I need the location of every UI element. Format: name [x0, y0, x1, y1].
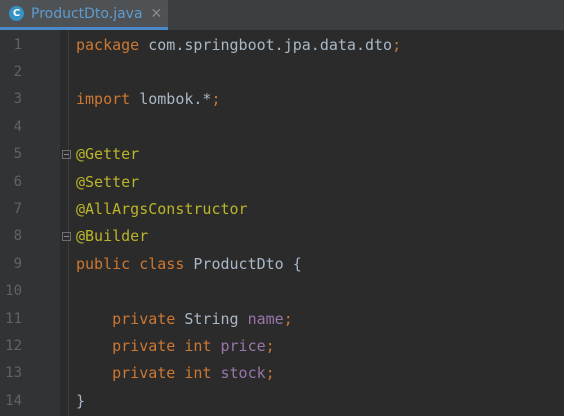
- code-line[interactable]: 4: [0, 113, 564, 140]
- line-number: 14: [5, 392, 22, 409]
- code-line[interactable]: 3 import lombok.*;: [0, 86, 564, 113]
- code-token: private: [112, 337, 176, 356]
- line-number: 11: [5, 310, 22, 327]
- line-number: 10: [5, 283, 22, 300]
- code-text: import lombok.*;: [76, 90, 221, 108]
- code-token: class: [139, 254, 185, 273]
- code-text: @Builder: [76, 227, 148, 245]
- code-token: lombok.*: [130, 90, 212, 109]
- code-text: private int stock;: [76, 364, 275, 382]
- line-number: 9: [13, 255, 22, 272]
- code-text: }: [76, 392, 85, 410]
- code-token: @Setter: [76, 172, 140, 191]
- line-number: 6: [13, 173, 22, 190]
- code-token: ;: [283, 309, 293, 328]
- code-line[interactable]: 8 @Builder: [0, 223, 564, 250]
- code-token: private: [112, 364, 176, 383]
- line-number: 4: [13, 118, 22, 135]
- fold-marker-icon[interactable]: [62, 231, 71, 241]
- line-number: 5: [13, 146, 22, 163]
- line-number: 7: [13, 201, 22, 218]
- code-editor[interactable]: 1 package com.springboot.jpa.data.dto; 2 3 i…: [0, 30, 564, 416]
- code-token: public: [76, 254, 131, 273]
- tab-label: ProductDto.java: [31, 5, 143, 22]
- editor-tab-bar: C ProductDto.java ✕: [0, 0, 564, 31]
- code-text: public class ProductDto {: [76, 255, 302, 273]
- code-text: private String name;: [76, 310, 293, 328]
- code-token: com.springboot.jpa.data.dto: [139, 35, 393, 54]
- code-text: @AllArgsConstructor: [76, 200, 248, 218]
- code-text: private int price;: [76, 337, 275, 355]
- code-token: ProductDto {: [184, 254, 302, 273]
- code-token: int: [184, 337, 212, 356]
- code-token: @Getter: [76, 145, 140, 164]
- code-token: price: [220, 337, 266, 356]
- code-line[interactable]: 12 private int price;: [0, 332, 564, 359]
- code-text: package com.springboot.jpa.data.dto;: [76, 36, 401, 54]
- code-token: int: [184, 364, 212, 383]
- code-line[interactable]: 10: [0, 278, 564, 305]
- code-line[interactable]: 5 @Getter: [0, 141, 564, 168]
- code-token: @AllArgsConstructor: [76, 200, 248, 219]
- code-token: name: [247, 309, 284, 328]
- fold-marker-icon[interactable]: [62, 149, 71, 159]
- code-token: import: [76, 90, 131, 109]
- code-line[interactable]: 11 private String name;: [0, 305, 564, 332]
- code-token: ;: [265, 364, 275, 383]
- code-token: ;: [392, 35, 402, 54]
- code-token: String: [175, 309, 248, 328]
- line-number: 13: [5, 365, 22, 382]
- code-token: }: [76, 391, 86, 410]
- line-number: 1: [13, 36, 22, 53]
- line-number: 12: [5, 338, 22, 355]
- code-token: stock: [220, 364, 266, 383]
- java-class-icon: C: [9, 6, 24, 21]
- code-line[interactable]: 9 public class ProductDto {: [0, 250, 564, 277]
- code-token: @Builder: [76, 227, 149, 246]
- code-text: @Getter: [76, 145, 139, 163]
- line-number: 2: [13, 64, 22, 81]
- code-line[interactable]: 7 @AllArgsConstructor: [0, 195, 564, 222]
- line-number: 3: [13, 91, 22, 108]
- code-line[interactable]: 6 @Setter: [0, 168, 564, 195]
- code-token: private: [112, 309, 176, 328]
- code-token: ;: [211, 90, 221, 109]
- code-line[interactable]: 1 package com.springboot.jpa.data.dto;: [0, 31, 564, 58]
- line-number: 8: [13, 228, 22, 245]
- close-icon[interactable]: ✕: [151, 6, 163, 22]
- code-line[interactable]: 2: [0, 58, 564, 85]
- code-token: ;: [265, 337, 275, 356]
- code-text: @Setter: [76, 173, 139, 191]
- code-line[interactable]: 13 private int stock;: [0, 360, 564, 387]
- file-tab-productdto[interactable]: C ProductDto.java ✕: [0, 0, 168, 30]
- code-token: package: [76, 35, 140, 54]
- code-line[interactable]: 14}: [0, 387, 564, 414]
